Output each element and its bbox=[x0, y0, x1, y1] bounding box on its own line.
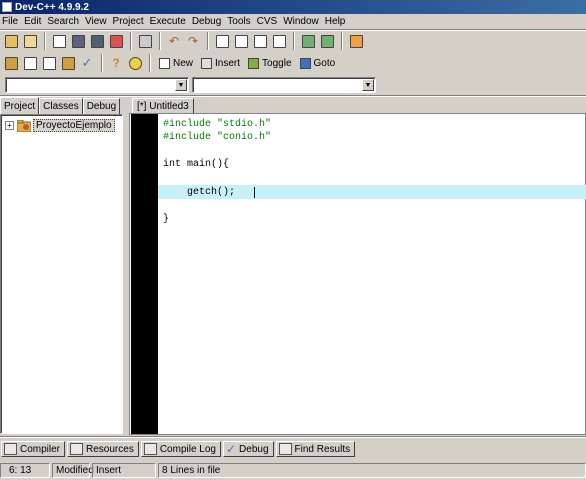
help-icon[interactable]: ? bbox=[107, 54, 125, 72]
chevron-down-icon[interactable]: ▼ bbox=[175, 79, 187, 91]
code-line: int main(){ bbox=[163, 159, 230, 170]
code-line: } bbox=[163, 214, 170, 225]
open-project-icon[interactable] bbox=[21, 32, 39, 50]
tab-untitled3[interactable]: [*] Untitled3 bbox=[132, 98, 194, 113]
status-modified: Modified bbox=[52, 463, 94, 478]
save-icon[interactable] bbox=[69, 32, 87, 50]
code-line: #include "conio.h" bbox=[163, 132, 272, 143]
status-mode: Insert bbox=[92, 463, 156, 478]
title-bar: Dev-C++ 4.9.9.2 bbox=[0, 0, 586, 14]
menu-help[interactable]: Help bbox=[325, 16, 350, 27]
add-to-project-icon[interactable] bbox=[299, 32, 317, 50]
chevron-down-icon[interactable]: ▼ bbox=[362, 79, 374, 91]
resources-icon bbox=[70, 443, 84, 455]
bottom-panel-tabs: Compiler Resources Compile Log ✓ Debug Fi… bbox=[0, 440, 586, 458]
tree-item-label: ProyectoEjemplo bbox=[33, 119, 115, 132]
menu-execute[interactable]: Execute bbox=[150, 16, 190, 27]
project-icon[interactable] bbox=[2, 32, 20, 50]
smiley-icon[interactable] bbox=[126, 54, 144, 72]
insert-button[interactable]: Insert bbox=[197, 54, 244, 72]
tab-compile-log[interactable]: Compile Log bbox=[140, 441, 221, 457]
code-line: #include "stdio.h" bbox=[163, 119, 272, 130]
find-icon[interactable] bbox=[213, 32, 231, 50]
close-file-icon[interactable] bbox=[107, 32, 125, 50]
bottom-divider bbox=[0, 436, 586, 438]
code-line: getch(); bbox=[163, 187, 236, 198]
tab-find-results[interactable]: Find Results bbox=[275, 441, 356, 457]
tab-debug-output[interactable]: ✓ Debug bbox=[222, 441, 274, 457]
bookmark-icon bbox=[248, 57, 260, 69]
menu-window[interactable]: Window bbox=[283, 16, 323, 27]
status-position: 6: 13 bbox=[0, 463, 50, 478]
run-icon[interactable] bbox=[21, 54, 39, 72]
rebuild-icon[interactable] bbox=[59, 54, 77, 72]
remove-from-project-icon[interactable] bbox=[318, 32, 336, 50]
print-icon[interactable] bbox=[136, 32, 154, 50]
menu-file[interactable]: File bbox=[2, 16, 22, 27]
about-icon[interactable] bbox=[347, 32, 365, 50]
check-icon[interactable]: ✓ bbox=[78, 54, 96, 72]
goto-line-icon[interactable] bbox=[270, 32, 288, 50]
new-icon bbox=[159, 57, 170, 69]
compiler-icon bbox=[4, 443, 17, 455]
left-panel-tabs: Project Classes Debug bbox=[0, 97, 121, 114]
compile-log-icon bbox=[143, 443, 157, 455]
tree-item-project[interactable]: + ProyectoEjemplo bbox=[5, 119, 115, 132]
menu-search[interactable]: Search bbox=[47, 16, 83, 27]
tab-project[interactable]: Project bbox=[0, 97, 40, 114]
window-title: Dev-C++ 4.9.9.2 bbox=[15, 1, 89, 13]
replace-icon[interactable] bbox=[232, 32, 250, 50]
menu-bar: File Edit Search View Project Execute De… bbox=[0, 14, 586, 29]
save-all-icon[interactable] bbox=[88, 32, 106, 50]
tab-resources[interactable]: Resources bbox=[67, 441, 139, 457]
app-icon bbox=[2, 2, 12, 12]
menu-cvs[interactable]: CVS bbox=[257, 16, 282, 27]
status-lines: 8 Lines in file bbox=[158, 463, 586, 478]
menu-edit[interactable]: Edit bbox=[24, 16, 45, 27]
menu-view[interactable]: View bbox=[85, 16, 111, 27]
menu-debug[interactable]: Debug bbox=[192, 16, 225, 27]
redo-icon[interactable]: ↷ bbox=[184, 32, 202, 50]
status-bar: 6: 13 Modified Insert 8 Lines in file bbox=[0, 463, 586, 478]
goto-bookmark-icon bbox=[299, 57, 311, 69]
expand-icon[interactable]: + bbox=[5, 121, 14, 130]
tab-compiler[interactable]: Compiler bbox=[1, 441, 66, 457]
editor-gutter bbox=[131, 114, 158, 434]
code-editor[interactable]: #include "stdio.h" #include "conio.h" in… bbox=[129, 113, 586, 435]
insert-icon bbox=[201, 57, 213, 69]
project-panel: + ProyectoEjemplo bbox=[0, 114, 123, 434]
debug-check-icon: ✓ bbox=[225, 442, 237, 456]
secondary-toolbar: ✓ ? New Insert Toggle Goto bbox=[0, 52, 339, 74]
undo-icon[interactable]: ↶ bbox=[165, 32, 183, 50]
find-next-icon[interactable] bbox=[251, 32, 269, 50]
member-combo[interactable]: ▼ bbox=[192, 77, 376, 93]
class-combo[interactable]: ▼ bbox=[5, 77, 189, 93]
goto-button[interactable]: Goto bbox=[296, 54, 340, 72]
project-folder-icon bbox=[17, 119, 31, 132]
compile-run-icon[interactable] bbox=[40, 54, 58, 72]
main-toolbar: ↶ ↷ bbox=[0, 30, 366, 52]
tab-classes[interactable]: Classes bbox=[39, 98, 83, 114]
text-caret bbox=[254, 187, 255, 198]
toolbar-divider bbox=[0, 95, 586, 97]
find-results-icon bbox=[278, 443, 292, 455]
new-file-icon[interactable] bbox=[50, 32, 68, 50]
toggle-button[interactable]: Toggle bbox=[244, 54, 295, 72]
compile-icon[interactable] bbox=[2, 54, 20, 72]
menu-project[interactable]: Project bbox=[113, 16, 148, 27]
menu-tools[interactable]: Tools bbox=[227, 16, 254, 27]
tab-debug[interactable]: Debug bbox=[82, 98, 121, 114]
new-button[interactable]: New bbox=[155, 54, 197, 72]
